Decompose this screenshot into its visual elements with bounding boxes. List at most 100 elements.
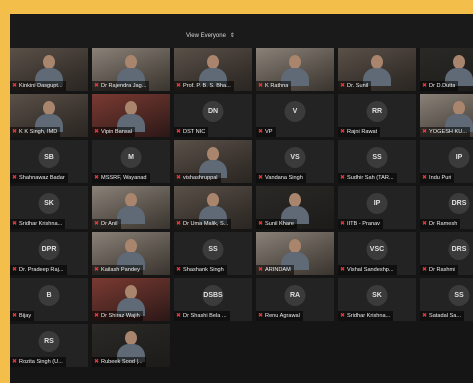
participant-tile[interactable]: ✖ K Rathna xyxy=(256,48,334,91)
muted-mic-icon: ✖ xyxy=(258,221,264,227)
participant-avatar: RS xyxy=(38,331,60,352)
participant-tile[interactable]: ✖ Dr Anil xyxy=(92,186,170,229)
participant-name-label: ✖ Sridhar Krishna... xyxy=(338,311,394,321)
video-head xyxy=(125,55,137,69)
participant-name: Kinkini Dasgupt... xyxy=(19,83,63,89)
participant-name: Vipin Bansal xyxy=(101,129,133,135)
video-head xyxy=(125,285,137,299)
participant-name: IITB - Pranav xyxy=(347,221,380,227)
participant-tile[interactable]: SB ✖ Shahnawaz Badar xyxy=(10,140,88,183)
video-head xyxy=(207,55,219,69)
participant-tile[interactable]: DPR ✖ Dr. Pradeep Raj... xyxy=(10,232,88,275)
participant-tile[interactable]: DSBS ✖ Dr Shashi Bela ... xyxy=(174,278,252,321)
participant-grid: ✖ Kinkini Dasgupt... ✖ Dr Rajendra Jag... ✖ P… xyxy=(10,48,473,367)
muted-mic-icon: ✖ xyxy=(258,83,264,89)
participant-name-label: ✖ Dr. Sunil xyxy=(338,81,372,91)
participant-name: Dr Rajendra Jag... xyxy=(101,83,147,89)
participant-name-label: ✖ vishashruppal xyxy=(174,173,221,183)
participant-tile[interactable]: ✖ ARINDAM xyxy=(256,232,334,275)
participant-name: DST NIC xyxy=(183,129,206,135)
participant-name: Renu Agrawal xyxy=(265,313,300,319)
participant-tile[interactable]: RA ✖ Renu Agrawal xyxy=(256,278,334,321)
participant-name: Rajni Rawat xyxy=(347,129,378,135)
participant-tile[interactable]: ✖ Vipin Bansal xyxy=(92,94,170,137)
view-everyone-button[interactable]: View Everyone ⇕ xyxy=(186,29,235,43)
participant-tile[interactable]: RR ✖ Rajni Rawat xyxy=(338,94,416,137)
muted-mic-icon: ✖ xyxy=(12,267,18,273)
participant-name: Dr Ramesh xyxy=(429,221,458,227)
participant-tile[interactable]: ✖ Kinkini Dasgupt... xyxy=(10,48,88,91)
participant-avatar: DN xyxy=(202,101,224,122)
participant-name-label: ✖ Sudhir Sah (TAR... xyxy=(338,173,397,183)
participant-name-label: ✖ Dr Shiraz Wajih xyxy=(92,311,143,321)
participant-tile[interactable]: VSC ✖ Vishal Sandeshp... xyxy=(338,232,416,275)
video-head xyxy=(453,55,465,69)
participant-avatar: SS xyxy=(202,239,224,260)
participant-tile[interactable]: B ✖ Bijay xyxy=(10,278,88,321)
participant-name: Sridhar Krishna... xyxy=(19,221,63,227)
participant-tile[interactable]: ✖ Dr Rajendra Jag... xyxy=(92,48,170,91)
muted-mic-icon: ✖ xyxy=(176,129,182,135)
participant-avatar: SK xyxy=(38,193,60,214)
participant-tile[interactable]: ✖ Kailash Pandey xyxy=(92,232,170,275)
participant-tile[interactable]: DN ✖ DST NIC xyxy=(174,94,252,137)
participant-name-label: ✖ ARINDAM xyxy=(256,265,294,275)
participant-tile[interactable]: SS ✖ Satadal Sa... xyxy=(420,278,473,321)
participant-tile[interactable]: IP ✖ Indu Puri xyxy=(420,140,473,183)
participant-tile[interactable]: ✖ Rubeek Sood |... xyxy=(92,324,170,367)
participant-avatar: IP xyxy=(448,147,470,168)
muted-mic-icon: ✖ xyxy=(12,313,18,319)
participant-name-label: ✖ Dr Ramesh xyxy=(420,219,461,229)
participant-name-label: ✖ K K Singh, IMD xyxy=(10,127,61,137)
participant-tile[interactable]: ✖ YOGESH KU... xyxy=(420,94,473,137)
participant-name-label: ✖ Kinkini Dasgupt... xyxy=(10,81,66,91)
participant-tile[interactable]: ✖ K K Singh, IMD xyxy=(10,94,88,137)
participant-name: K K Singh, IMD xyxy=(19,129,58,135)
participant-tile[interactable]: M ✖ MSSRF, Wayanad xyxy=(92,140,170,183)
participant-name: Dr Anil xyxy=(101,221,118,227)
participant-tile[interactable]: SK ✖ Sridhar Krishna... xyxy=(338,278,416,321)
participant-tile[interactable]: SS ✖ Shashank Singh xyxy=(174,232,252,275)
participant-avatar: DRS xyxy=(448,239,470,260)
participant-name: VP xyxy=(265,129,273,135)
video-head xyxy=(207,147,219,161)
participant-name: YOGESH KU... xyxy=(429,129,467,135)
participant-name: Sunil Khare xyxy=(265,221,294,227)
participant-name-label: ✖ DST NIC xyxy=(174,127,209,137)
participant-name-label: ✖ Satadal Sa... xyxy=(420,311,465,321)
participant-tile[interactable]: RS ✖ Rozita Singh (U... xyxy=(10,324,88,367)
participant-name-label: ✖ IITB - Pranav xyxy=(338,219,383,229)
participant-name: Dr D.Dutta xyxy=(429,83,456,89)
video-head xyxy=(43,101,55,115)
participant-tile[interactable]: ✖ Dr Uma Malik, S... xyxy=(174,186,252,229)
muted-mic-icon: ✖ xyxy=(94,83,100,89)
participant-tile[interactable]: ✖ Dr Shiraz Wajih xyxy=(92,278,170,321)
participant-tile[interactable]: IP ✖ IITB - Pranav xyxy=(338,186,416,229)
participant-tile[interactable]: SS ✖ Sudhir Sah (TAR... xyxy=(338,140,416,183)
participant-name-label: ✖ Shashank Singh xyxy=(174,265,227,275)
muted-mic-icon: ✖ xyxy=(176,83,182,89)
participant-tile[interactable]: ✖ Prof. P. B. S. Bha... xyxy=(174,48,252,91)
video-head xyxy=(371,55,383,69)
participant-tile[interactable]: DRS ✖ Dr Ramesh xyxy=(420,186,473,229)
participant-tile[interactable]: V ✖ VP xyxy=(256,94,334,137)
participant-tile[interactable]: VS ✖ Vandana Singh xyxy=(256,140,334,183)
participant-tile[interactable]: SK ✖ Sridhar Krishna... xyxy=(10,186,88,229)
muted-mic-icon: ✖ xyxy=(12,83,18,89)
video-head xyxy=(289,55,301,69)
muted-mic-icon: ✖ xyxy=(94,267,100,273)
participant-avatar: DRS xyxy=(448,193,470,214)
muted-mic-icon: ✖ xyxy=(422,313,428,319)
participant-name: ARINDAM xyxy=(265,267,291,273)
participant-tile[interactable]: ✖ vishashruppal xyxy=(174,140,252,183)
muted-mic-icon: ✖ xyxy=(422,221,428,227)
participant-tile[interactable]: ✖ Sunil Khare xyxy=(256,186,334,229)
participant-tile[interactable]: ✖ Dr. Sunil xyxy=(338,48,416,91)
participant-name-label: ✖ Shahnawaz Badar xyxy=(10,173,68,183)
participant-name: Dr Rashmi xyxy=(429,267,456,273)
participant-name: vishashruppal xyxy=(183,175,218,181)
participant-avatar: M xyxy=(120,147,142,168)
participant-tile[interactable]: ✖ Dr D.Dutta xyxy=(420,48,473,91)
participant-tile[interactable]: DRS ✖ Dr Rashmi xyxy=(420,232,473,275)
participant-video xyxy=(117,193,145,224)
